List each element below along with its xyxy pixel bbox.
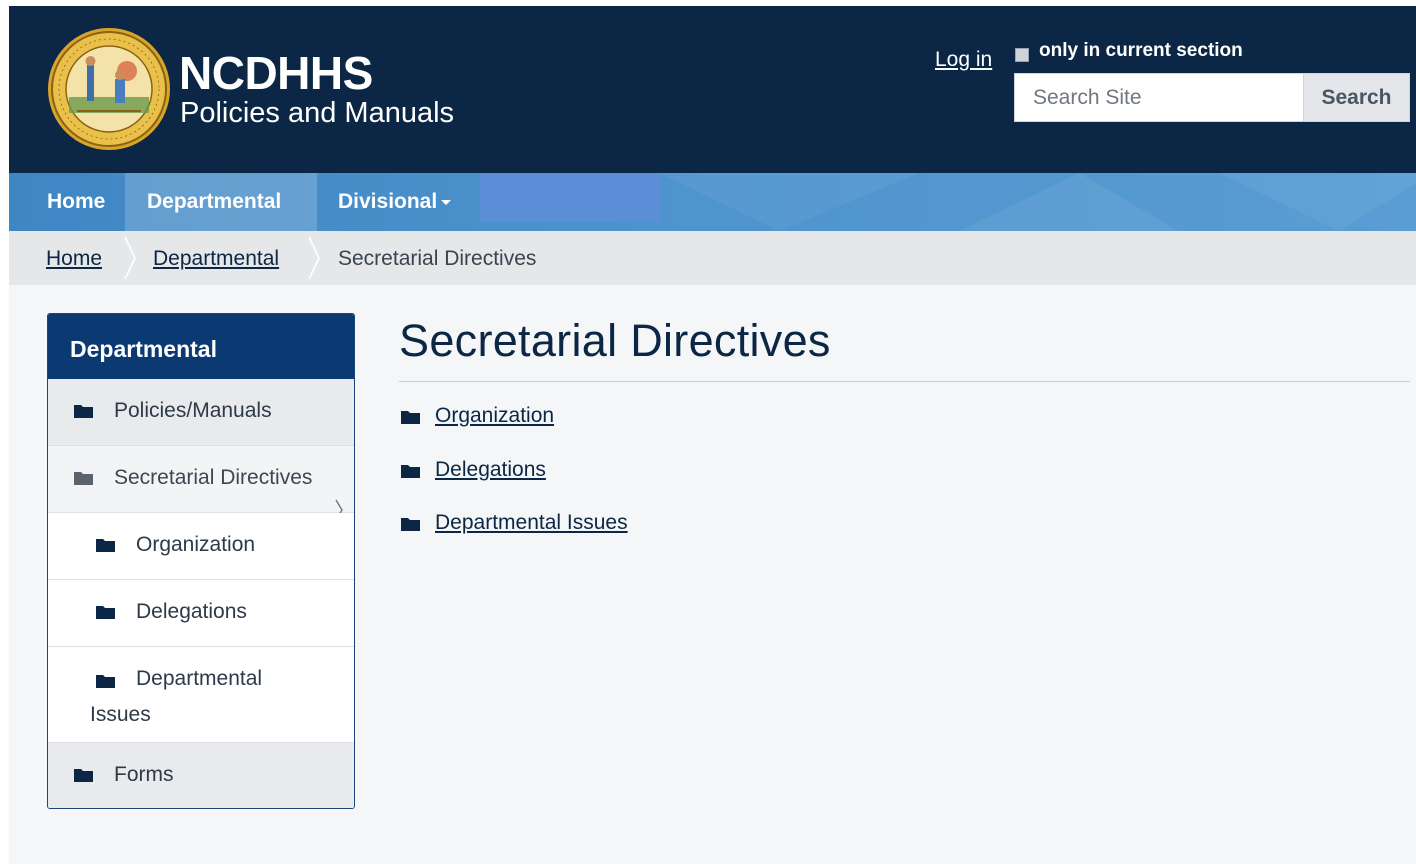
title-divider [399,381,1410,382]
sidebar-item-organization[interactable]: Organization [48,513,354,580]
sidebar-item-secretarial-directives[interactable]: Secretarial Directives [48,446,354,521]
sidebar-nav: Departmental Policies/Manuals Secretaria… [47,313,355,809]
breadcrumb-separator-icon [124,236,136,280]
nav-highlight-block [480,173,661,222]
site-header: NCDHHS Policies and Manuals Log in only … [9,6,1416,173]
content-link-organization[interactable]: Organization [399,402,599,432]
nav-departmental-label: Departmental [147,190,282,213]
brand-subtitle[interactable]: Policies and Manuals [180,96,454,130]
folder-icon [96,675,115,688]
nav-departmental[interactable]: Departmental [125,173,317,231]
brand-name[interactable]: NCDHHS [179,48,373,98]
sidebar-item-label: Secretarial Directives [114,466,313,489]
breadcrumb-current: Secretarial Directives [338,247,537,270]
search-input[interactable] [1014,73,1303,122]
folder-icon [96,539,115,552]
content-link-label[interactable]: Organization [435,404,554,428]
content-link-label[interactable]: Delegations [435,458,546,482]
sidebar-item-label: Policies/Manuals [114,399,272,422]
sidebar-title[interactable]: Departmental [48,314,354,379]
sidebar-item-departmental-issues[interactable]: Departmental Issues [48,647,354,743]
folder-icon [401,411,420,424]
content-link-departmental-issues[interactable]: Departmental Issues [399,509,659,539]
folder-icon [74,405,93,418]
nav-divisional[interactable]: Divisional [316,173,473,231]
folder-icon [401,465,420,478]
content-link-delegations[interactable]: Delegations [399,456,599,486]
nav-home[interactable]: Home [25,173,127,231]
sidebar-item-label: Departmental Issues [90,667,263,726]
sidebar-item-label: Forms [114,763,174,786]
breadcrumb-departmental[interactable]: Departmental [153,231,279,285]
sidebar-item-forms[interactable]: Forms [48,743,354,808]
sidebar-item-policies-manuals[interactable]: Policies/Manuals [48,379,354,446]
folder-icon [401,518,420,531]
navbar-decoration [659,173,1416,231]
folder-icon [96,606,115,619]
page-title: Secretarial Directives [399,315,831,366]
only-current-section-label[interactable]: only in current section [1039,40,1243,62]
content-link-label[interactable]: Departmental Issues [435,511,628,535]
folder-open-icon [74,472,93,485]
nc-state-seal-logo[interactable] [47,27,171,151]
breadcrumb-home[interactable]: Home [46,231,102,285]
only-current-section-checkbox[interactable] [1015,48,1029,62]
sidebar-item-label: Delegations [136,600,247,623]
caret-down-icon [441,199,452,205]
sidebar-item-delegations[interactable]: Delegations [48,580,354,647]
breadcrumb-separator-icon [308,236,320,280]
search-button[interactable]: Search [1303,73,1410,122]
nav-divisional-label: Divisional [338,190,438,213]
folder-icon [74,769,93,782]
main-navbar: Home Departmental Divisional [9,173,1416,231]
sidebar-item-label: Organization [136,533,256,556]
breadcrumb: Home Departmental Secretarial Directives [9,231,1416,285]
login-link[interactable]: Log in [935,48,992,72]
